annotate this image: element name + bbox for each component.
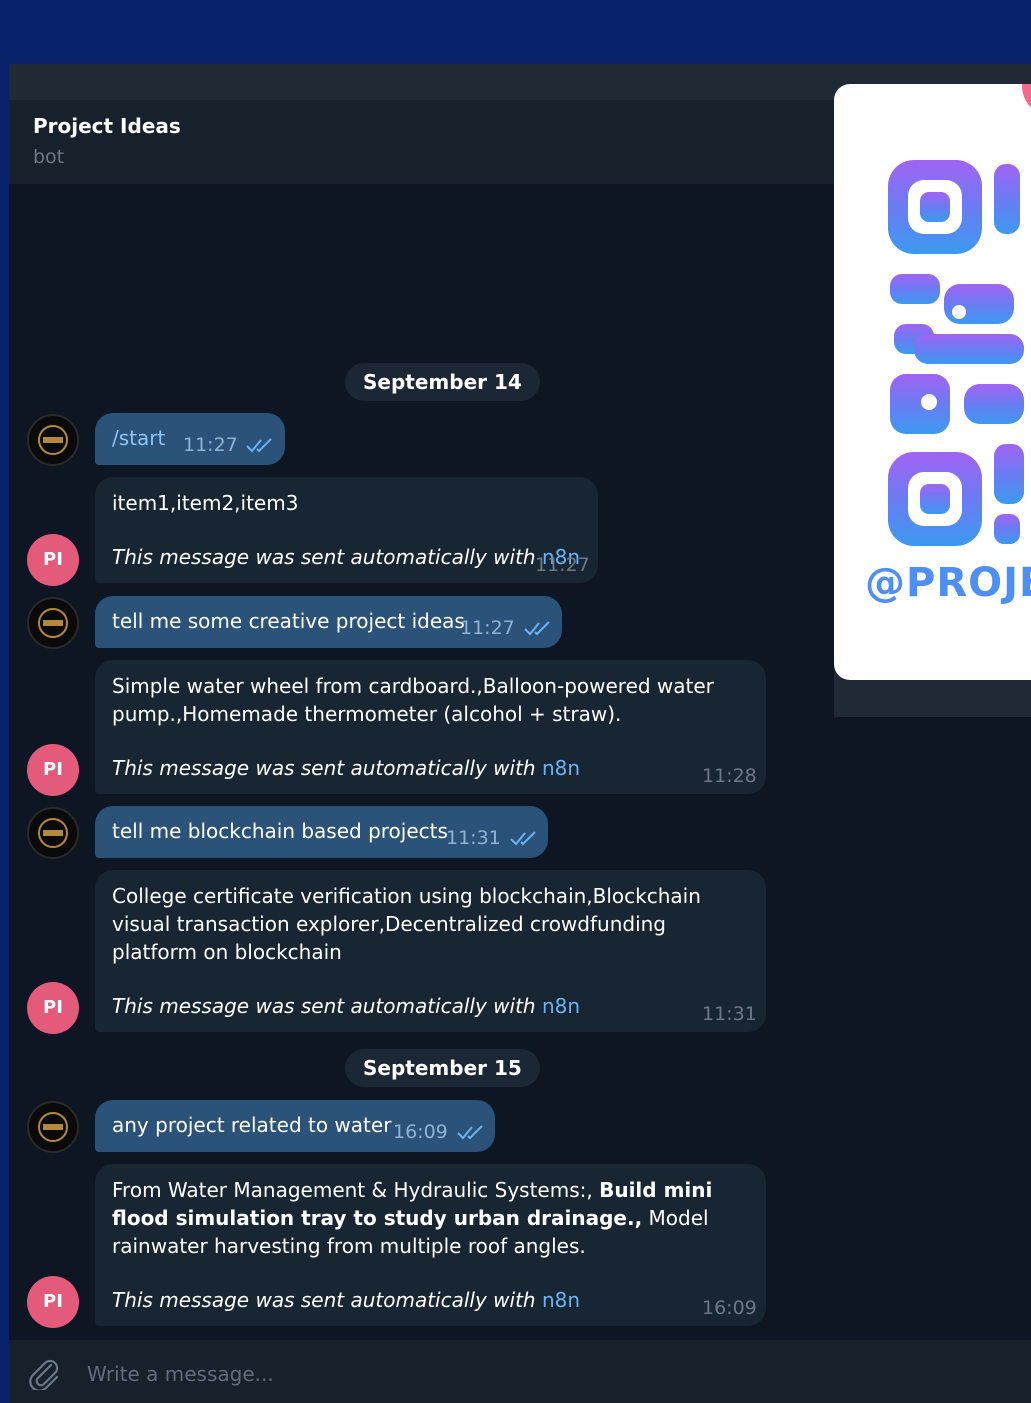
bot-avatar[interactable]: PI (27, 1276, 79, 1328)
auto-sent-note: This message was sent automatically with… (112, 545, 580, 569)
message-text: item1,item2,item3 (112, 491, 299, 515)
message-bubble-outgoing[interactable]: /start 11:27 (95, 413, 285, 465)
message-time: 11:27 (460, 617, 515, 639)
message-bubble-incoming[interactable]: item1,item2,item3 This message was sent … (95, 477, 598, 583)
message-text: From Water Management & Hydraulic System… (112, 1176, 742, 1260)
user-avatar[interactable] (27, 414, 79, 466)
message-bubble-outgoing[interactable]: tell me some creative project ideas 11:2… (95, 596, 562, 648)
auto-note-prefix: This message was sent automatically with (112, 1288, 536, 1312)
message-time: 16:09 (702, 1297, 757, 1319)
message-text: College certificate verification using b… (112, 884, 701, 964)
message-time: 11:31 (702, 1003, 757, 1025)
n8n-link[interactable]: n8n (542, 1288, 580, 1312)
user-avatar[interactable] (27, 807, 79, 859)
message-bubble-outgoing[interactable]: any project related to water 16:09 (95, 1100, 495, 1152)
message-bubble-outgoing[interactable]: tell me blockchain based projects 11:31 (95, 806, 548, 858)
n8n-link[interactable]: n8n (542, 756, 580, 780)
bot-avatar[interactable]: PI (27, 744, 79, 796)
user-avatar-logo-icon (38, 1112, 68, 1142)
user-avatar-logo-icon (38, 608, 68, 638)
message-time: 11:27 (535, 554, 590, 576)
message-bubble-incoming[interactable]: From Water Management & Hydraulic System… (95, 1164, 766, 1326)
message-text: tell me blockchain based projects (112, 819, 448, 843)
read-checkmarks-icon (510, 831, 536, 846)
date-separator: September 15 (345, 1049, 540, 1087)
n8n-link[interactable]: n8n (542, 994, 580, 1018)
chat-window: Project Ideas bot @PROJE September 14 /s… (9, 64, 1031, 1403)
auto-note-prefix: This message was sent automatically with (112, 545, 536, 569)
message-time: 11:28 (702, 765, 757, 787)
read-checkmarks-icon (246, 438, 272, 453)
bot-avatar[interactable]: PI (27, 534, 79, 586)
attach-paperclip-icon[interactable] (27, 1356, 61, 1390)
message-bubble-incoming[interactable]: College certificate verification using b… (95, 870, 766, 1032)
date-separator: September 14 (345, 363, 540, 401)
chat-header[interactable]: Project Ideas bot (9, 100, 834, 184)
message-time: 11:27 (183, 434, 238, 456)
auto-sent-note: This message was sent automatically with… (112, 1288, 580, 1312)
auto-sent-note: This message was sent automatically with… (112, 756, 580, 780)
auto-sent-note: This message was sent automatically with… (112, 994, 580, 1018)
message-text: tell me some creative project ideas (112, 609, 465, 633)
user-avatar-logo-icon (38, 818, 68, 848)
bot-avatar[interactable]: PI (27, 982, 79, 1034)
message-composer: Write a message... (9, 1340, 1031, 1403)
chat-title: Project Ideas (33, 114, 181, 138)
title-bar (9, 64, 834, 100)
message-bubble-incoming[interactable]: Simple water wheel from cardboard.,Ballo… (95, 660, 766, 794)
message-text: Simple water wheel from cardboard.,Ballo… (112, 674, 714, 726)
auto-note-prefix: This message was sent automatically with (112, 756, 536, 780)
qr-code-icon (888, 160, 1024, 546)
message-input[interactable]: Write a message... (87, 1362, 274, 1386)
message-time: 16:09 (393, 1121, 448, 1143)
user-avatar[interactable] (27, 597, 79, 649)
read-checkmarks-icon (457, 1125, 483, 1140)
message-text: any project related to water (112, 1113, 392, 1137)
message-text: /start (112, 426, 166, 450)
message-time: 11:31 (446, 827, 501, 849)
qr-handle: @PROJE (865, 560, 1031, 606)
message-text-part: From Water Management & Hydraulic System… (112, 1178, 600, 1202)
qr-card: @PROJE (834, 84, 1031, 680)
user-avatar-logo-icon (38, 425, 68, 455)
chat-status: bot (33, 146, 65, 168)
user-avatar[interactable] (27, 1101, 79, 1153)
auto-note-prefix: This message was sent automatically with (112, 994, 536, 1018)
read-checkmarks-icon (524, 621, 550, 636)
